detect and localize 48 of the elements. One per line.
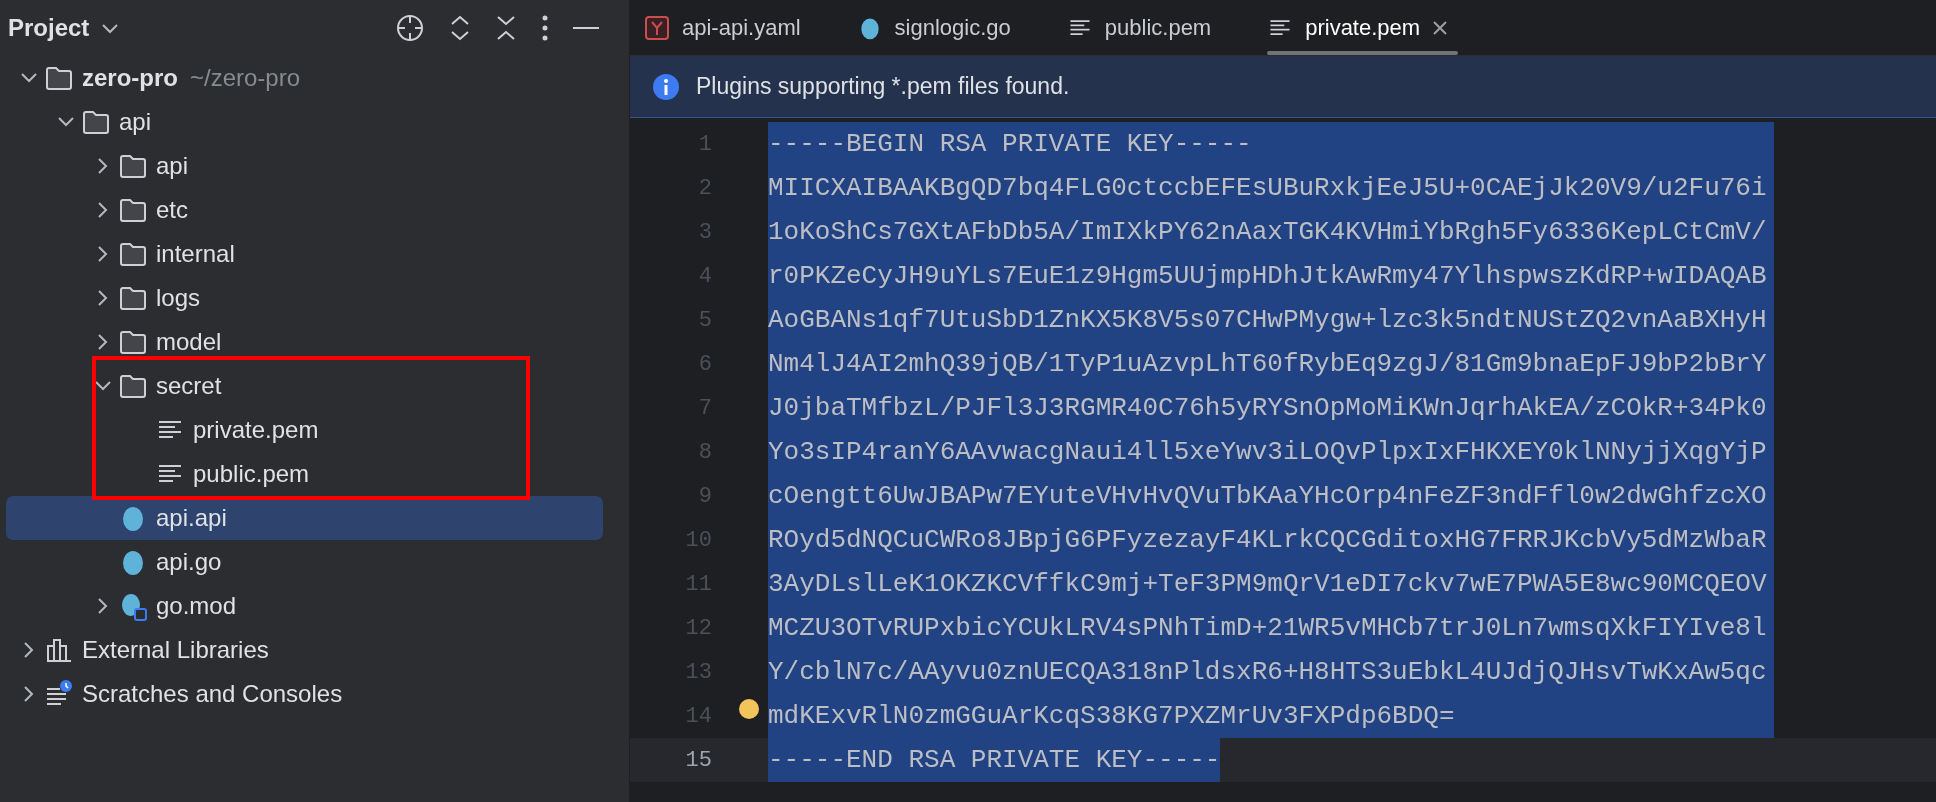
item-label: model — [156, 327, 222, 357]
item-label: api — [156, 151, 189, 181]
tree-item[interactable]: logs — [6, 276, 603, 320]
tree-item[interactable]: api — [6, 144, 603, 188]
item-label: public.pem — [193, 459, 310, 489]
expand-all-icon[interactable] — [449, 14, 471, 42]
editor-tab[interactable]: public.pem — [1052, 0, 1232, 55]
lightbulb-icon[interactable] — [738, 698, 760, 720]
yaml-file-icon — [644, 14, 670, 41]
item-label: zero-pro — [82, 63, 178, 93]
item-path: ~/zero-pro — [190, 63, 301, 93]
tree-item[interactable]: secret — [6, 364, 603, 408]
tree-item[interactable]: api.api — [6, 496, 603, 540]
item-label: Scratches and Consoles — [82, 679, 343, 709]
chevron-down-icon[interactable] — [101, 22, 120, 34]
item-label: api.go — [156, 547, 222, 577]
crosshair-icon[interactable] — [395, 13, 425, 43]
info-icon — [652, 72, 680, 101]
tree-item[interactable]: api.go — [6, 540, 603, 584]
tree-item[interactable]: internal — [6, 232, 603, 276]
item-label: api — [119, 107, 152, 137]
collapse-all-icon[interactable] — [495, 14, 517, 42]
panel-title[interactable]: Project — [8, 10, 90, 46]
line-number: 15 — [684, 746, 712, 775]
tree-item[interactable]: go.mod — [6, 584, 603, 628]
tree-item[interactable]: public.pem — [6, 452, 603, 496]
item-label: go.mod — [156, 591, 237, 621]
editor-tab[interactable]: private.pem — [1253, 0, 1469, 55]
tree-item[interactable]: External Libraries — [6, 628, 603, 672]
editor-tab[interactable]: signlogic.go — [842, 0, 1031, 55]
tree-item[interactable]: private.pem — [6, 408, 603, 452]
tree-item[interactable]: Scratches and Consoles — [6, 672, 603, 716]
close-icon[interactable] — [1432, 19, 1449, 36]
tree-item[interactable]: etc — [6, 188, 603, 232]
tree-item[interactable]: model — [6, 320, 603, 364]
more-icon[interactable] — [541, 14, 549, 42]
tree-item[interactable]: zero-pro ~/zero-pro — [6, 56, 603, 100]
minimize-icon[interactable] — [573, 26, 599, 30]
item-label: secret — [156, 371, 222, 401]
item-label: logs — [156, 283, 201, 313]
item-label: etc — [156, 195, 188, 225]
item-label: private.pem — [193, 415, 319, 445]
item-label: api.api — [156, 503, 227, 533]
banner-message: Plugins supporting *.pem files found. — [696, 72, 1070, 102]
item-label: External Libraries — [82, 635, 269, 665]
tree-item[interactable]: api — [6, 100, 603, 144]
item-label: internal — [156, 239, 235, 269]
editor-tab[interactable]: api-api.yaml — [630, 0, 821, 55]
